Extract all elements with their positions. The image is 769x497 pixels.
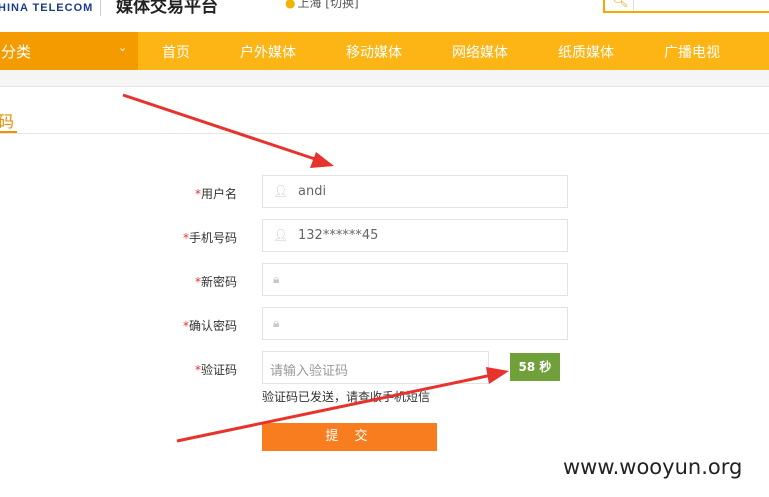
arrow-to-countdown bbox=[176, 367, 509, 443]
annotation-arrows bbox=[122, 93, 509, 443]
arrow-to-username bbox=[122, 93, 334, 168]
